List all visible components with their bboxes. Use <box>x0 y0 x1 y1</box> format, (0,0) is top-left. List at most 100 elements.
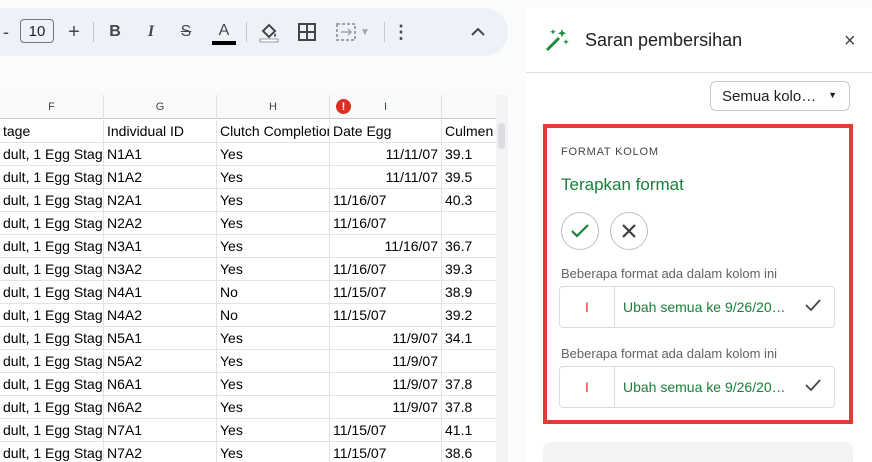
table-cell[interactable]: No <box>217 281 330 304</box>
table-cell[interactable]: Yes <box>217 166 330 189</box>
table-cell[interactable]: N5A1 <box>104 327 217 350</box>
table-cell[interactable]: N4A2 <box>104 304 217 327</box>
table-cell[interactable]: 11/16/07 <box>330 212 442 235</box>
header-cell[interactable]: Culmen <box>442 120 502 143</box>
table-cell[interactable]: Yes <box>217 189 330 212</box>
table-cell[interactable]: N3A1 <box>104 235 217 258</box>
table-cell[interactable]: N7A1 <box>104 419 217 442</box>
accept-suggestion-button[interactable] <box>561 212 599 250</box>
table-cell[interactable] <box>442 212 502 235</box>
column-header-letter[interactable]: G <box>104 95 217 119</box>
fill-color-button[interactable] <box>257 8 281 56</box>
column-header-letter[interactable]: F <box>0 95 104 119</box>
table-cell[interactable]: dult, 1 Egg Stage <box>0 212 104 235</box>
table-cell[interactable]: dult, 1 Egg Stage <box>0 396 104 419</box>
table-cell[interactable]: dult, 1 Egg Stage <box>0 189 104 212</box>
table-cell[interactable]: dult, 1 Egg Stage <box>0 143 104 166</box>
table-cell[interactable]: 34.1 <box>442 327 502 350</box>
table-cell[interactable]: 37.8 <box>442 373 502 396</box>
text-color-button[interactable]: A <box>210 8 238 56</box>
table-cell[interactable]: Yes <box>217 212 330 235</box>
close-panel-button[interactable]: × <box>844 30 856 53</box>
table-cell[interactable]: dult, 1 Egg Stage <box>0 350 104 373</box>
more-options-button[interactable]: ⋮ <box>390 8 412 56</box>
table-cell[interactable]: 11/11/07 <box>330 166 442 189</box>
table-cell[interactable]: 39.3 <box>442 258 502 281</box>
suggestion-action-text[interactable]: Ubah semua ke 9/26/20… <box>623 299 786 315</box>
table-cell[interactable]: 37.8 <box>442 396 502 419</box>
decrease-font-size-button[interactable]: - <box>0 8 12 56</box>
table-cell[interactable]: 11/16/07 <box>330 235 442 258</box>
table-cell[interactable]: 11/9/07 <box>330 373 442 396</box>
italic-button[interactable]: I <box>140 8 162 56</box>
error-badge-icon[interactable]: ! <box>336 99 351 114</box>
table-cell[interactable]: Yes <box>217 419 330 442</box>
table-cell[interactable]: dult, 1 Egg Stage <box>0 166 104 189</box>
table-cell[interactable]: N4A1 <box>104 281 217 304</box>
borders-button[interactable] <box>295 8 319 56</box>
format-suggestion-row[interactable]: I Ubah semua ke 9/26/20… <box>559 366 835 408</box>
header-cell[interactable]: Date Egg <box>330 120 442 143</box>
column-filter-dropdown[interactable]: Semua kolo… ▼ <box>710 81 850 111</box>
table-cell[interactable]: N6A2 <box>104 396 217 419</box>
table-cell[interactable]: N2A2 <box>104 212 217 235</box>
table-cell[interactable]: Yes <box>217 327 330 350</box>
header-cell[interactable]: tage <box>0 120 104 143</box>
table-cell[interactable]: N5A2 <box>104 350 217 373</box>
table-cell[interactable]: N7A2 <box>104 442 217 462</box>
scrollbar-thumb[interactable] <box>498 123 505 149</box>
table-cell[interactable]: 11/15/07 <box>330 304 442 327</box>
header-cell[interactable]: Clutch Completion <box>217 120 330 143</box>
table-cell[interactable]: 41.1 <box>442 419 502 442</box>
table-cell[interactable]: dult, 1 Egg Stage <box>0 235 104 258</box>
table-cell[interactable]: 39.5 <box>442 166 502 189</box>
table-cell[interactable]: 38.9 <box>442 281 502 304</box>
table-cell[interactable]: 11/9/07 <box>330 396 442 419</box>
table-cell[interactable]: N3A2 <box>104 258 217 281</box>
table-cell[interactable]: 36.7 <box>442 235 502 258</box>
table-cell[interactable]: dult, 1 Egg Stage <box>0 373 104 396</box>
table-cell[interactable]: dult, 1 Egg Stage <box>0 258 104 281</box>
table-cell[interactable]: dult, 1 Egg Stage <box>0 327 104 350</box>
table-cell[interactable]: 39.2 <box>442 304 502 327</box>
increase-font-size-button[interactable]: + <box>62 8 86 56</box>
bold-button[interactable]: B <box>104 8 126 56</box>
table-cell[interactable]: N6A1 <box>104 373 217 396</box>
table-cell[interactable]: Yes <box>217 258 330 281</box>
table-cell[interactable]: 11/15/07 <box>330 281 442 304</box>
table-cell[interactable]: 11/15/07 <box>330 442 442 462</box>
table-cell[interactable]: 11/15/07 <box>330 419 442 442</box>
table-cell[interactable]: Yes <box>217 350 330 373</box>
table-cell[interactable]: N2A1 <box>104 189 217 212</box>
check-icon[interactable] <box>804 296 822 314</box>
check-icon[interactable] <box>804 376 822 394</box>
table-cell[interactable]: Yes <box>217 143 330 166</box>
column-header-letter[interactable] <box>442 95 502 119</box>
format-suggestion-row[interactable]: I Ubah semua ke 9/26/20… <box>559 286 835 328</box>
strikethrough-button[interactable]: S <box>175 8 197 56</box>
table-cell[interactable]: N1A1 <box>104 143 217 166</box>
table-cell[interactable]: N1A2 <box>104 166 217 189</box>
table-cell[interactable]: 11/16/07 <box>330 189 442 212</box>
table-cell[interactable]: 11/16/07 <box>330 258 442 281</box>
column-header-letter[interactable]: H <box>217 95 330 119</box>
table-cell[interactable]: 40.3 <box>442 189 502 212</box>
table-cell[interactable]: dult, 1 Egg Stage <box>0 281 104 304</box>
table-cell[interactable]: 39.1 <box>442 143 502 166</box>
table-cell[interactable]: 11/11/07 <box>330 143 442 166</box>
table-cell[interactable]: 11/9/07 <box>330 327 442 350</box>
table-cell[interactable]: Yes <box>217 396 330 419</box>
table-cell[interactable]: Yes <box>217 235 330 258</box>
collapse-toolbar-button[interactable] <box>466 8 490 56</box>
dismiss-suggestion-button[interactable] <box>610 212 648 250</box>
merge-cells-button[interactable]: ▼ <box>330 8 376 56</box>
table-cell[interactable] <box>442 350 502 373</box>
table-cell[interactable]: 11/9/07 <box>330 350 442 373</box>
table-cell[interactable]: No <box>217 304 330 327</box>
table-cell[interactable]: 38.6 <box>442 442 502 462</box>
table-cell[interactable]: dult, 1 Egg Stage <box>0 419 104 442</box>
suggestion-action-text[interactable]: Ubah semua ke 9/26/20… <box>623 379 786 395</box>
font-size-input[interactable]: 10 <box>20 19 54 43</box>
table-cell[interactable]: Yes <box>217 373 330 396</box>
table-cell[interactable]: Yes <box>217 442 330 462</box>
